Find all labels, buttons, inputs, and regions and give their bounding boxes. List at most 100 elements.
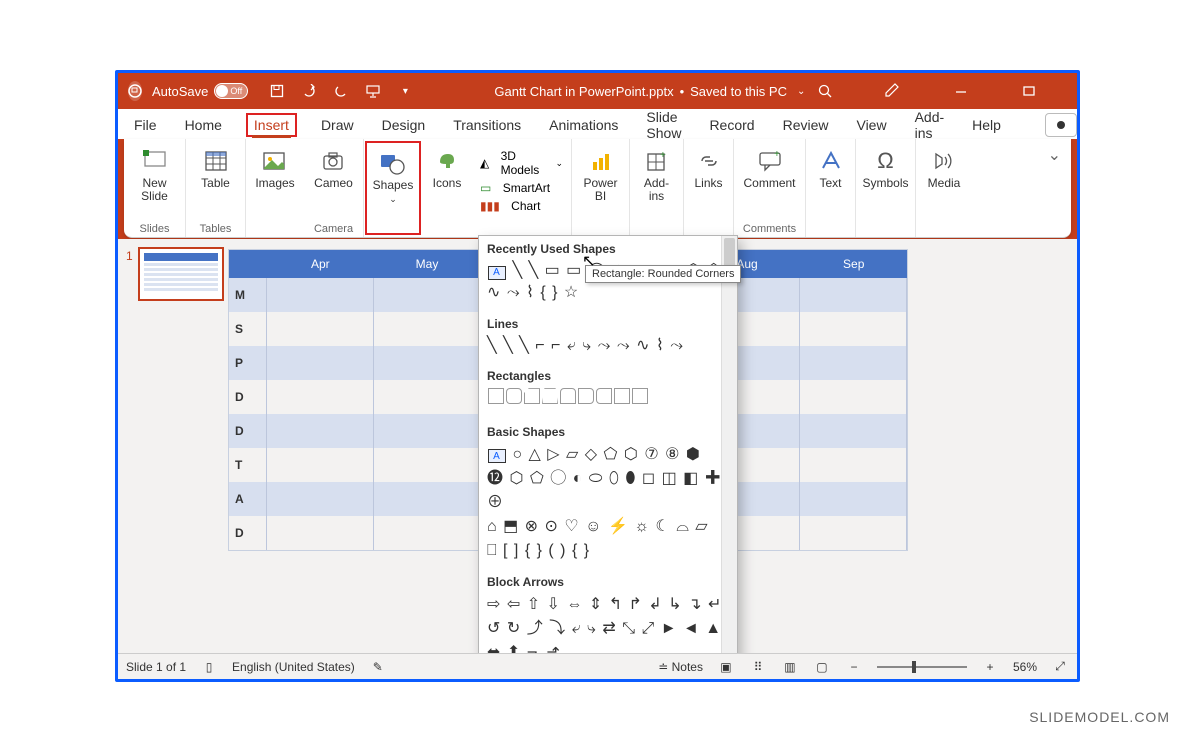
powerbi-icon: [587, 147, 615, 175]
comment-button[interactable]: + Comment: [740, 143, 800, 190]
icons-icon: [433, 147, 461, 175]
status-bar: Slide 1 of 1 ▯ English (United States) ✎…: [118, 653, 1077, 679]
zoom-value[interactable]: 56%: [1013, 660, 1037, 674]
tab-animations[interactable]: Animations: [545, 113, 622, 137]
media-icon: [930, 147, 958, 175]
language-status[interactable]: English (United States): [232, 660, 355, 674]
gantt-row-label: D: [229, 414, 267, 448]
gantt-row-label: D: [229, 516, 267, 550]
tab-help[interactable]: Help: [968, 113, 1005, 137]
zoom-in-icon[interactable]: +: [981, 660, 999, 674]
accessibility-icon[interactable]: ▯: [200, 660, 218, 674]
slide-counter: Slide 1 of 1: [126, 660, 186, 674]
gantt-row-label: T: [229, 448, 267, 482]
icons-button[interactable]: Icons: [424, 143, 470, 190]
tab-file[interactable]: File: [130, 113, 161, 137]
save-icon[interactable]: [268, 82, 286, 100]
tab-home[interactable]: Home: [181, 113, 226, 137]
tab-insert[interactable]: Insert: [246, 113, 297, 137]
undo-icon[interactable]: [300, 82, 318, 100]
shapes-section-recent: Recently Used Shapes: [479, 236, 737, 258]
sorter-view-icon[interactable]: ⠿: [749, 660, 767, 674]
ribbon: New Slide Slides Table Tables Images Cam…: [124, 139, 1071, 238]
smartart-button[interactable]: ▭ SmartArt: [480, 181, 563, 195]
smartart-icon: ▭: [480, 181, 491, 195]
addins-icon: +: [643, 147, 671, 175]
slide-thumbnail[interactable]: 1: [138, 247, 224, 301]
collapse-ribbon-icon[interactable]: ⌄: [1048, 145, 1061, 165]
cursor-icon: ↖: [582, 251, 595, 271]
shapes-section-lines: Lines: [479, 311, 737, 333]
text-icon: [817, 147, 845, 175]
textbox-shape-icon[interactable]: A: [488, 449, 506, 463]
zoom-out-icon[interactable]: −: [845, 660, 863, 674]
maximize-icon[interactable]: [1009, 77, 1049, 105]
file-name: Gantt Chart in PowerPoint.pptx: [494, 84, 673, 99]
title-group[interactable]: Gantt Chart in PowerPoint.pptx • Saved t…: [494, 84, 805, 99]
shapes-section-rectangles: Rectangles: [479, 363, 737, 385]
quick-access: ▾: [268, 82, 414, 100]
text-button[interactable]: Text: [808, 143, 854, 190]
new-slide-button[interactable]: New Slide: [132, 143, 178, 203]
cameo-icon: [320, 147, 348, 175]
minimize-icon[interactable]: [941, 77, 981, 105]
addins-button[interactable]: + Add- ins: [634, 143, 680, 203]
ribbon-tabs: File Home Insert Draw Design Transitions…: [118, 109, 1077, 139]
gantt-month-header: Apr: [267, 250, 374, 278]
shapes-rect-items[interactable]: [479, 385, 737, 418]
slideshow-view-icon[interactable]: ▢: [813, 660, 831, 674]
tab-transitions[interactable]: Transitions: [449, 113, 525, 137]
present-icon[interactable]: [364, 82, 382, 100]
images-button[interactable]: Images: [252, 143, 298, 190]
shapes-basic-items[interactable]: A ○ △ ▷ ▱ ◇ ⬠ ⬡ ⑦ ⑧ ⬢ ⓬ ⬡ ⬠ ◯ ◐ ⬭ ⬯ ⬮ ◻ …: [479, 441, 737, 569]
zoom-slider[interactable]: [877, 666, 967, 668]
tab-record[interactable]: Record: [705, 113, 758, 137]
tab-draw[interactable]: Draw: [317, 113, 358, 137]
pen-icon[interactable]: [873, 77, 913, 105]
accessibility-check-icon[interactable]: ✎: [369, 660, 387, 674]
shapes-dropdown: Recently Used Shapes A ╲ ╲ ▭ ▭ ◯ △ ⌐ ↴ ⇨…: [478, 235, 738, 675]
tab-view[interactable]: View: [852, 113, 890, 137]
autosave-toggle[interactable]: AutoSave Off: [152, 83, 248, 99]
illustrations-small: ◭ 3D Models ⌄ ▭ SmartArt ▮▮▮ Chart: [480, 143, 563, 213]
tab-design[interactable]: Design: [378, 113, 430, 137]
media-button[interactable]: Media: [921, 143, 967, 190]
notes-button[interactable]: ≐ Notes: [658, 660, 703, 674]
symbols-button[interactable]: Ω Symbols: [863, 143, 909, 190]
textbox-shape-icon[interactable]: A: [488, 266, 506, 280]
chart-button[interactable]: ▮▮▮ Chart: [480, 199, 563, 213]
app-window: AutoSave Off ▾ Gantt Chart in PowerPoint…: [115, 70, 1080, 682]
autosave-label: AutoSave: [152, 84, 208, 99]
reading-view-icon[interactable]: ▥: [781, 660, 799, 674]
search-icon[interactable]: [805, 77, 845, 105]
gantt-row-label: M: [229, 278, 267, 312]
table-button[interactable]: Table: [193, 143, 239, 190]
shapes-icon: [379, 149, 407, 177]
gantt-row-label: D: [229, 380, 267, 414]
3d-models-button[interactable]: ◭ 3D Models ⌄: [480, 149, 563, 177]
gantt-row-label: S: [229, 312, 267, 346]
autosave-pill-icon: Off: [214, 83, 248, 99]
normal-view-icon[interactable]: ▣: [717, 660, 735, 674]
watermark: SLIDEMODEL.COM: [1029, 709, 1170, 725]
gantt-row-label: P: [229, 346, 267, 380]
tab-review[interactable]: Review: [779, 113, 833, 137]
shapes-scrollbar[interactable]: [721, 236, 737, 674]
shapes-button[interactable]: Shapes ⌄: [369, 145, 417, 205]
app-icon: [128, 81, 142, 101]
fit-window-icon[interactable]: ⤢: [1051, 659, 1069, 674]
shape-tooltip: Rectangle: Rounded Corners: [585, 265, 741, 283]
record-button[interactable]: [1045, 113, 1077, 137]
shapes-lines-items[interactable]: ╲ ╲ ╲ ⌐ ⌐ ⤶ ⤷ ⤳ ⤳ ∿ ⌇ ⤳: [479, 333, 737, 363]
cameo-button[interactable]: Cameo: [311, 143, 357, 190]
links-button[interactable]: Links: [686, 143, 732, 190]
svg-text:+: +: [774, 150, 780, 160]
shapes-section-basic: Basic Shapes: [479, 419, 737, 441]
powerbi-button[interactable]: Power BI: [578, 143, 624, 203]
redo-icon[interactable]: [332, 82, 350, 100]
thumbnail-panel: 1: [118, 239, 228, 653]
new-slide-icon: [141, 147, 169, 175]
gantt-month-header: May: [374, 250, 481, 278]
close-icon[interactable]: [1077, 77, 1080, 105]
overflow-icon[interactable]: ▾: [396, 82, 414, 100]
